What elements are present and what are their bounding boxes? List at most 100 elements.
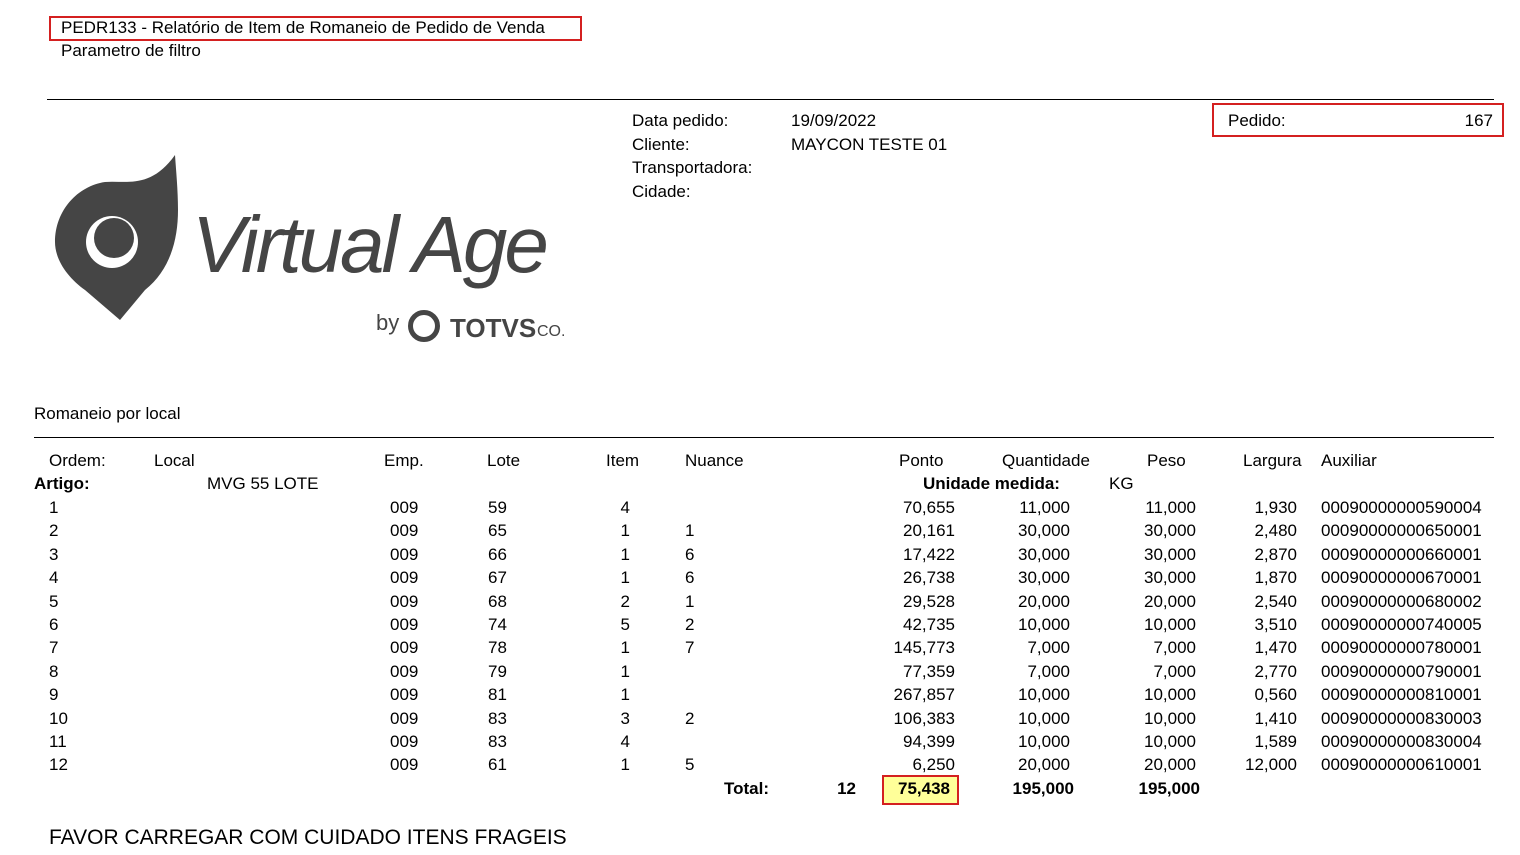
cell-quantidade: 30,000 (1018, 545, 1070, 564)
cell-peso: 20,000 (1144, 592, 1196, 611)
cell-peso: 30,000 (1144, 521, 1196, 540)
table-row: 4 009 67 1 6 26,738 30,000 30,000 1,870 000900000… (0, 568, 1520, 588)
cell-nuance: 1 (685, 521, 695, 540)
cell-item: 1 (620, 568, 630, 587)
artigo-value: MVG 55 LOTE (207, 474, 319, 493)
cell-quantidade: 20,000 (1018, 755, 1070, 774)
cell-ordem: 4 (49, 568, 59, 587)
cell-peso: 7,000 (1153, 638, 1196, 657)
header-local: Local (154, 451, 195, 470)
cell-nuance: 6 (685, 568, 695, 587)
cell-largura: 2,480 (1254, 521, 1297, 540)
report-subtitle: Parametro de filtro (61, 41, 201, 60)
cell-lote: 66 (488, 545, 507, 564)
cell-ordem: 5 (49, 592, 59, 611)
table-row: 6 009 74 5 2 42,735 10,000 10,000 3,510 000900000… (0, 615, 1520, 635)
cell-auxiliar: 00090000000810001 (1321, 685, 1482, 704)
cell-quantidade: 7,000 (1027, 662, 1070, 681)
cell-quantidade: 7,000 (1027, 638, 1070, 657)
header-item: Item (606, 451, 640, 470)
artigo-row: Artigo: MVG 55 LOTE Unidade medida: KG (0, 474, 1520, 494)
logo-totvs: TOTVS (450, 313, 537, 343)
cell-lote: 79 (488, 662, 507, 681)
cell-largura: 1,870 (1254, 568, 1297, 587)
total-peso: 195,000 (1138, 779, 1200, 798)
cell-emp: 009 (390, 662, 419, 681)
cell-emp: 009 (390, 545, 419, 564)
cell-quantidade: 10,000 (1018, 685, 1070, 704)
cell-item: 1 (620, 638, 630, 657)
cell-ordem: 1 (49, 498, 59, 517)
cell-peso: 10,000 (1144, 685, 1196, 704)
cliente-value: MAYCON TESTE 01 (791, 135, 948, 154)
artigo-label: Artigo: (34, 474, 90, 493)
cell-ponto: 42,735 (903, 615, 955, 634)
cell-item: 1 (620, 755, 630, 774)
cell-peso: 10,000 (1144, 709, 1196, 728)
cell-emp: 009 (390, 568, 419, 587)
cell-ordem: 9 (49, 685, 59, 704)
header-ponto: Ponto (899, 451, 944, 470)
header-quantidade: Quantidade (1002, 451, 1090, 470)
header-peso: Peso (1147, 451, 1186, 470)
cell-peso: 30,000 (1144, 545, 1196, 564)
report-title: PEDR133 - Relatório de Item de Romaneio … (61, 18, 545, 37)
cell-peso: 11,000 (1145, 498, 1196, 517)
cell-peso: 10,000 (1144, 615, 1196, 634)
cell-item: 1 (620, 521, 630, 540)
cell-lote: 65 (488, 521, 507, 540)
pedido-label: Pedido: (1228, 111, 1286, 130)
cell-emp: 009 (390, 755, 419, 774)
cell-auxiliar: 00090000000590004 (1321, 498, 1482, 517)
cell-quantidade: 10,000 (1018, 732, 1070, 751)
cell-quantidade: 30,000 (1018, 568, 1070, 587)
header-ordem: Ordem: (49, 451, 106, 470)
cell-quantidade: 10,000 (1018, 709, 1070, 728)
transportadora-label: Transportadora: (632, 158, 753, 177)
cell-quantidade: 10,000 (1018, 615, 1070, 634)
cell-quantidade: 20,000 (1018, 592, 1070, 611)
cell-item: 3 (620, 709, 630, 728)
table-row: 2 009 65 1 1 20,161 30,000 30,000 2,480 000900000… (0, 521, 1520, 541)
virtual-age-logo: Virtual Age by TOTVS CO. (50, 150, 580, 360)
cell-largura: 12,000 (1245, 755, 1297, 774)
total-row: Total: 12 75,438 195,000 195,000 (0, 779, 1520, 799)
section-title: Romaneio por local (34, 404, 181, 423)
cidade-label: Cidade: (632, 182, 691, 201)
cell-ordem: 7 (49, 638, 59, 657)
cell-auxiliar: 00090000000740005 (1321, 615, 1482, 634)
cell-auxiliar: 00090000000830003 (1321, 709, 1482, 728)
cell-auxiliar: 00090000000680002 (1321, 592, 1482, 611)
table-row: 9 009 81 1 267,857 10,000 10,000 0,560 000900000… (0, 685, 1520, 705)
table-row: 12 009 61 1 5 6,250 20,000 20,000 12,000 00090000… (0, 755, 1520, 775)
cell-auxiliar: 00090000000790001 (1321, 662, 1482, 681)
cell-ponto: 26,738 (903, 568, 955, 587)
header-divider (47, 99, 1494, 100)
unidade-label: Unidade medida: (923, 474, 1060, 493)
cell-emp: 009 (390, 521, 419, 540)
cell-item: 4 (620, 732, 630, 751)
cell-peso: 20,000 (1144, 755, 1196, 774)
cell-emp: 009 (390, 685, 419, 704)
cell-nuance: 6 (685, 545, 695, 564)
cell-ponto: 267,857 (893, 685, 955, 704)
table-row: 8 009 79 1 77,359 7,000 7,000 2,770 000900000007… (0, 662, 1520, 682)
cell-largura: 2,870 (1254, 545, 1297, 564)
cell-item: 1 (620, 545, 630, 564)
table-row: 3 009 66 1 6 17,422 30,000 30,000 2,870 000900000… (0, 545, 1520, 565)
cell-lote: 83 (488, 709, 507, 728)
table-header-row: Ordem: Local Emp. Lote Item Nuance Ponto… (0, 451, 1520, 471)
cell-largura: 1,589 (1254, 732, 1297, 751)
cliente-label: Cliente: (632, 135, 690, 154)
cell-lote: 67 (488, 568, 507, 587)
total-label: Total: (724, 779, 770, 798)
cell-emp: 009 (390, 615, 419, 634)
cell-ordem: 3 (49, 545, 59, 564)
cell-lote: 61 (488, 755, 507, 774)
total-count: 12 (837, 779, 856, 798)
cell-nuance: 1 (685, 592, 695, 611)
table-row: 7 009 78 1 7 145,773 7,000 7,000 1,470 0009000000… (0, 638, 1520, 658)
header-largura: Largura (1243, 451, 1302, 470)
data-pedido-label: Data pedido: (632, 111, 729, 130)
cell-ponto: 70,655 (903, 498, 955, 517)
